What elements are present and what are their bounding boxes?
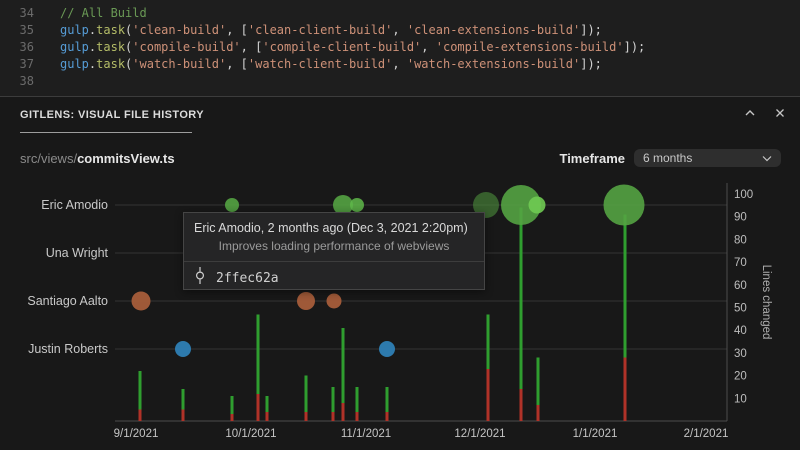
y-tick-label: 50 (734, 303, 747, 315)
breadcrumb-filename[interactable]: commitsView.ts (77, 151, 175, 166)
code-text: gulp.task('watch-build', ['watch-client-… (60, 57, 602, 71)
commit-bubble[interactable] (175, 341, 191, 357)
commit-hash: 2ffec62a (216, 271, 279, 286)
line-number: 36 (0, 39, 34, 56)
y-tick-label: 20 (734, 371, 747, 383)
y-tick-label: 30 (734, 348, 747, 360)
breadcrumb-path[interactable]: src/views/ (20, 151, 77, 166)
deletions-bar[interactable] (356, 412, 359, 421)
y-tick-label: 100 (734, 189, 753, 201)
deletions-bar[interactable] (624, 357, 627, 421)
deletions-bar[interactable] (537, 405, 540, 421)
code-line[interactable]: 36 gulp.task('compile-build', ['compile-c… (0, 39, 800, 56)
commit-bubble[interactable] (297, 292, 315, 310)
deletions-bar[interactable] (520, 389, 523, 421)
y-tick-label: 80 (734, 234, 747, 246)
line-number: 34 (0, 5, 34, 22)
x-tick-label: 11/1/2021 (341, 428, 391, 440)
author-label: Una Wright (46, 246, 109, 260)
commit-bubble[interactable] (379, 341, 395, 357)
timeframe-label: Timeframe (559, 151, 625, 166)
panel-title-active-indicator (20, 132, 192, 133)
deletions-bar[interactable] (305, 412, 308, 421)
timeframe-control: Timeframe 6 months (559, 149, 781, 167)
tooltip-commit-message: Improves loading performance of webviews (184, 239, 484, 253)
commit-bubble[interactable] (604, 185, 645, 226)
commit-bubble[interactable] (327, 294, 342, 309)
code-line[interactable]: 34 // All Build (0, 5, 800, 22)
deletions-bar[interactable] (332, 412, 335, 421)
chevron-up-icon[interactable] (742, 105, 758, 121)
close-icon[interactable] (772, 105, 788, 121)
deletions-bar[interactable] (266, 412, 269, 421)
x-tick-label: 10/1/2021 (225, 428, 276, 440)
commit-bubble[interactable] (225, 198, 239, 212)
code-text: // All Build (60, 6, 147, 20)
additions-bar[interactable] (520, 208, 523, 390)
commit-bubble[interactable] (350, 198, 364, 212)
code-line[interactable]: 37 gulp.task('watch-build', ['watch-clien… (0, 56, 800, 73)
code-line[interactable]: 38 (0, 73, 800, 90)
y-axis-title: Lines changed (760, 265, 772, 340)
additions-bar[interactable] (182, 389, 185, 409)
tooltip-commit-author-date: Eric Amodio, 2 months ago (Dec 3, 2021 2… (194, 221, 474, 235)
breadcrumb[interactable]: src/views/commitsView.ts (20, 151, 175, 166)
y-tick-label: 10 (734, 393, 747, 405)
line-number: 37 (0, 56, 34, 73)
y-tick-label: 60 (734, 280, 747, 292)
timeframe-selected-value: 6 months (643, 151, 692, 165)
commit-icon (194, 267, 206, 289)
deletions-bar[interactable] (231, 414, 234, 421)
author-label: Santiago Aalto (27, 294, 108, 308)
additions-bar[interactable] (356, 387, 359, 412)
deletions-bar[interactable] (386, 412, 389, 421)
deletions-bar[interactable] (182, 410, 185, 421)
additions-bar[interactable] (266, 396, 269, 412)
additions-bar[interactable] (537, 357, 540, 405)
line-number: 38 (0, 73, 34, 90)
x-tick-label: 9/1/2021 (114, 428, 159, 440)
deletions-bar[interactable] (342, 403, 345, 421)
author-label: Eric Amodio (41, 198, 108, 212)
commit-bubble[interactable] (132, 292, 151, 311)
additions-bar[interactable] (305, 376, 308, 412)
timeframe-select[interactable]: 6 months (634, 149, 781, 167)
chevron-down-icon (762, 149, 772, 167)
x-tick-label: 2/1/2021 (684, 428, 729, 440)
additions-bar[interactable] (624, 214, 627, 357)
author-label: Justin Roberts (28, 342, 108, 356)
commit-bubble[interactable] (529, 197, 546, 214)
additions-bar[interactable] (487, 314, 490, 368)
panel-title: GITLENS: VISUAL FILE HISTORY (20, 109, 204, 121)
additions-bar[interactable] (386, 387, 389, 412)
additions-bar[interactable] (257, 314, 260, 393)
deletions-bar[interactable] (139, 410, 142, 421)
additions-bar[interactable] (231, 396, 234, 414)
code-text: gulp.task('clean-build', ['clean-client-… (60, 23, 602, 37)
additions-bar[interactable] (139, 371, 142, 410)
code-editor[interactable]: 34 // All Build 35 gulp.task('clean-build',… (0, 0, 800, 96)
y-tick-label: 70 (734, 257, 747, 269)
additions-bar[interactable] (342, 328, 345, 403)
deletions-bar[interactable] (257, 394, 260, 421)
code-line[interactable]: 35 gulp.task('clean-build', ['clean-clien… (0, 22, 800, 39)
y-tick-label: 40 (734, 325, 747, 337)
panel-header: GITLENS: VISUAL FILE HISTORY (0, 97, 800, 143)
y-tick-label: 90 (734, 212, 747, 224)
deletions-bar[interactable] (487, 369, 490, 421)
x-tick-label: 1/1/2021 (573, 428, 618, 440)
additions-bar[interactable] (332, 387, 335, 412)
line-number: 35 (0, 22, 34, 39)
tooltip-commit-row[interactable]: 2ffec62a (184, 262, 484, 294)
x-tick-label: 12/1/2021 (454, 428, 505, 440)
code-text: gulp.task('compile-build', ['compile-cli… (60, 40, 645, 54)
commit-tooltip: Eric Amodio, 2 months ago (Dec 3, 2021 2… (183, 212, 485, 290)
